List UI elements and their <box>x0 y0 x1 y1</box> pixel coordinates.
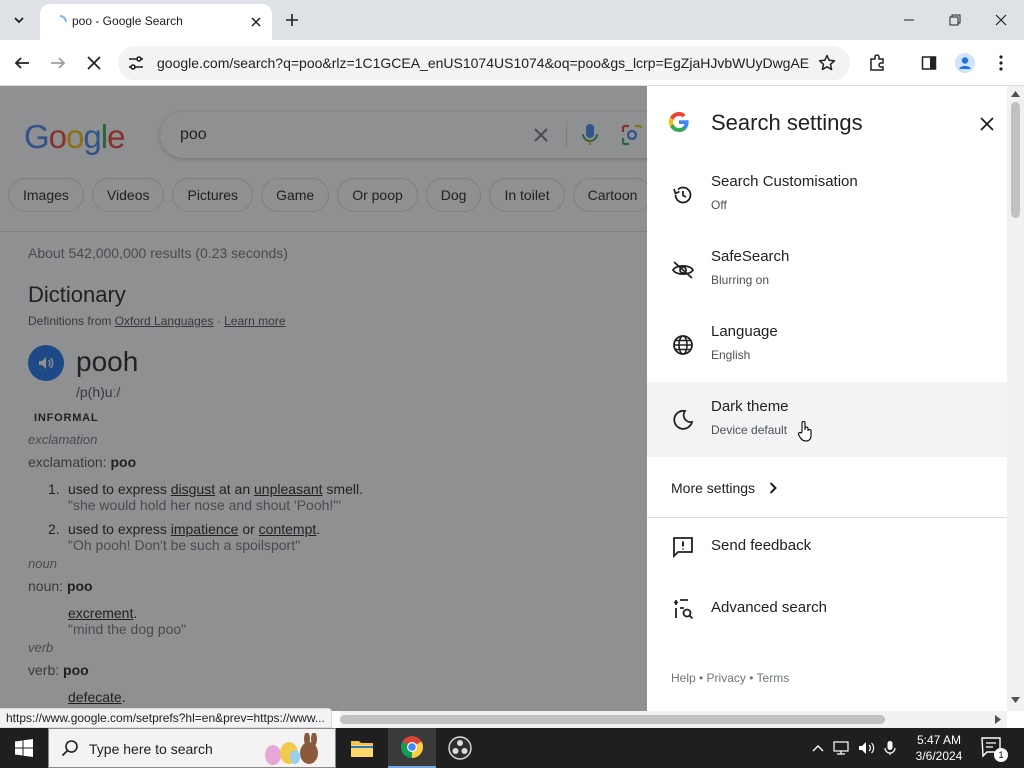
tab-strip: poo - Google Search <box>0 0 1024 40</box>
forward-button[interactable] <box>44 49 72 77</box>
windows-logo-icon <box>15 739 33 757</box>
setting-label: Dark theme <box>711 398 789 415</box>
folder-icon <box>351 741 373 757</box>
easter-eggs-icon <box>265 733 318 765</box>
setting-value: English <box>711 348 751 362</box>
avatar-icon <box>955 53 975 73</box>
more-settings-link[interactable]: More settings <box>671 478 777 498</box>
network-icon[interactable] <box>832 741 850 755</box>
send-feedback-button[interactable]: Send feedback <box>671 535 871 559</box>
history-icon <box>673 186 692 204</box>
search-settings-panel: Search settings Search Customisation Off… <box>647 86 1007 711</box>
setting-value: Blurring on <box>711 273 770 287</box>
taskbar-search-box[interactable]: Type here to search <box>48 728 336 768</box>
start-button[interactable] <box>0 728 48 768</box>
browser-tab[interactable]: poo - Google Search <box>40 4 272 40</box>
setting-dark-theme[interactable]: Dark theme Device default <box>647 382 1007 457</box>
advanced-search-label: Advanced search <box>711 599 827 616</box>
hand-cursor-icon <box>797 421 812 442</box>
scroll-up-icon[interactable] <box>1011 91 1020 97</box>
url-text: google.com/search?q=poo&rlz=1C1GCEA_enUS… <box>157 55 809 71</box>
setting-safesearch[interactable]: SafeSearch Blurring on <box>647 232 1007 307</box>
advanced-search-icon <box>674 599 694 620</box>
settings-footer-links[interactable]: Help • Privacy • Terms <box>671 671 789 685</box>
close-window-button[interactable] <box>978 0 1024 40</box>
setting-value: Device default <box>711 423 788 437</box>
chevron-down-icon <box>14 17 24 24</box>
horizontal-scrollbar[interactable] <box>340 711 1007 728</box>
setting-search-customisation[interactable]: Search Customisation Off <box>647 157 1007 232</box>
more-settings-label: More settings <box>671 480 756 496</box>
tab-title: poo - Google Search <box>72 14 183 28</box>
setting-label: Search Customisation <box>711 173 858 190</box>
setting-label: SafeSearch <box>711 248 790 265</box>
chrome-app[interactable] <box>388 728 436 768</box>
chrome-icon <box>401 736 423 758</box>
tab-search-button[interactable] <box>6 7 32 33</box>
settings-close-button[interactable] <box>973 110 1001 138</box>
setting-language[interactable]: Language English <box>647 307 1007 382</box>
chevron-up-icon[interactable] <box>812 744 824 752</box>
scroll-down-icon[interactable] <box>1011 697 1020 703</box>
vertical-scrollbar[interactable] <box>1007 86 1024 711</box>
search-icon <box>61 740 78 757</box>
taskbar-search-placeholder: Type here to search <box>89 741 213 757</box>
microphone-icon[interactable] <box>884 740 896 756</box>
back-arrow-icon <box>14 57 29 69</box>
side-panel-icon <box>921 56 937 70</box>
chevron-right-icon <box>769 482 777 494</box>
setting-value: Off <box>711 198 727 212</box>
stop-loading-button[interactable] <box>80 49 108 77</box>
send-feedback-label: Send feedback <box>711 537 812 554</box>
profile-button[interactable] <box>954 52 976 74</box>
tab-close-button[interactable] <box>246 12 266 32</box>
notification-badge: 1 <box>994 748 1008 762</box>
more-vert-icon <box>999 55 1003 71</box>
browser-toolbar: google.com/search?q=poo&rlz=1C1GCEA_enUS… <box>0 40 1024 86</box>
loading-spinner-icon <box>59 15 67 23</box>
new-tab-button[interactable] <box>280 8 304 32</box>
windows-taskbar: Type here to search 5:47 AM 3/6/2024 1 <box>0 728 1024 768</box>
vertical-scrollbar-thumb[interactable] <box>1011 102 1020 218</box>
close-icon <box>87 56 101 70</box>
obs-icon <box>448 736 472 760</box>
minimize-button[interactable] <box>886 0 932 40</box>
plus-icon <box>286 14 298 26</box>
forward-arrow-icon <box>51 57 66 69</box>
menu-button[interactable] <box>990 52 1012 74</box>
restore-button[interactable] <box>932 0 978 40</box>
settings-title: Search settings <box>711 110 863 135</box>
globe-icon <box>673 335 693 355</box>
status-bubble-url: https://www.google.com/setprefs?hl=en&pr… <box>0 708 332 728</box>
page-content: Google poo Images Videos Pictures Game O… <box>0 86 1024 711</box>
minimize-icon <box>904 19 914 21</box>
clock-time: 5:47 AM <box>916 733 962 747</box>
file-explorer-app[interactable] <box>338 728 386 768</box>
settings-divider <box>647 517 1007 518</box>
horizontal-scrollbar-thumb[interactable] <box>340 715 885 724</box>
eye-off-icon <box>671 261 695 279</box>
google-g-icon <box>669 112 689 132</box>
system-tray <box>812 728 896 768</box>
close-icon <box>251 17 261 27</box>
setting-label: Language <box>711 323 778 340</box>
obs-app[interactable] <box>436 728 484 768</box>
taskbar-clock[interactable]: 5:47 AM 3/6/2024 <box>906 732 972 764</box>
close-icon <box>995 14 1007 26</box>
back-button[interactable] <box>8 49 36 77</box>
side-panel-button[interactable] <box>918 52 940 74</box>
feedback-icon <box>673 537 693 559</box>
extensions-button[interactable] <box>866 52 888 74</box>
clock-date: 3/6/2024 <box>915 749 963 763</box>
close-icon <box>980 117 994 131</box>
puzzle-icon <box>870 54 884 71</box>
address-bar[interactable]: google.com/search?q=poo&rlz=1C1GCEA_enUS… <box>118 46 850 80</box>
restore-icon <box>949 14 961 26</box>
scroll-right-icon[interactable] <box>995 715 1001 724</box>
star-icon[interactable] <box>818 54 836 72</box>
moon-icon <box>673 409 694 430</box>
site-info-icon[interactable] <box>127 54 145 72</box>
advanced-search-button[interactable]: Advanced search <box>671 597 871 621</box>
volume-icon[interactable] <box>858 741 876 755</box>
